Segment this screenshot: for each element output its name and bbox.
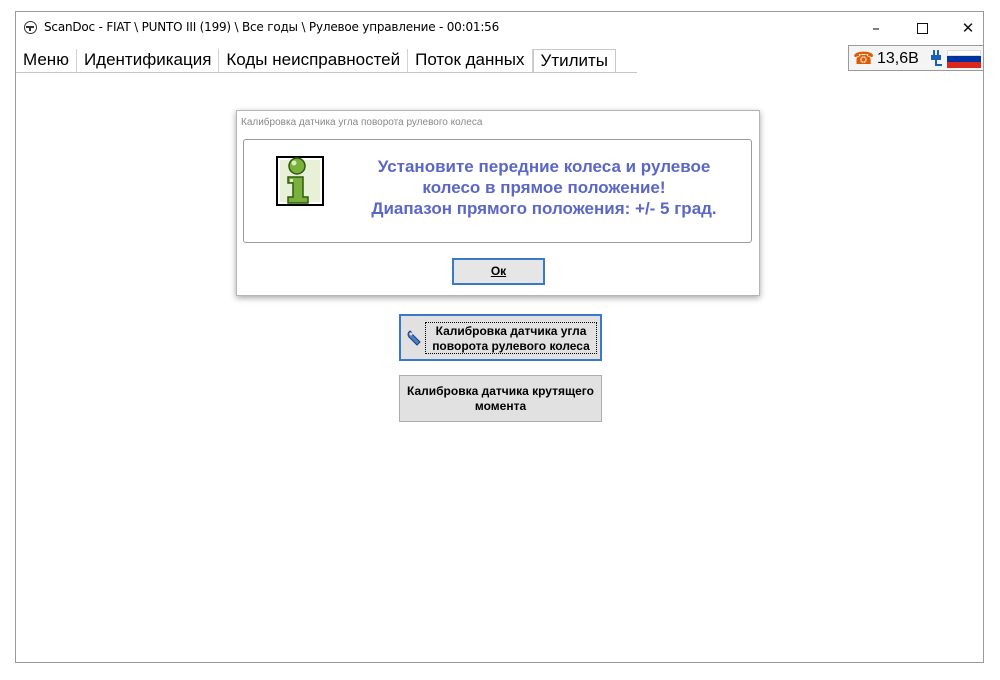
message-line: Диапазон прямого положения: +/- 5 град. [371, 199, 717, 218]
torque-sensor-calibration-button[interactable]: Калибровка датчика крутящего момента [399, 375, 602, 422]
close-button[interactable]: ✕ [945, 12, 991, 44]
button-label: Калибровка датчика угла поворота рулевог… [425, 322, 597, 354]
message-line: Установите передние колеса и рулевое [377, 157, 711, 176]
tab-data-stream[interactable]: Поток данных [408, 49, 533, 72]
russian-flag-icon[interactable] [947, 50, 981, 68]
button-label-line: поворота рулевого колеса [432, 339, 590, 353]
tab-utilities[interactable]: Утилиты [532, 49, 617, 72]
button-label-line: Калибровка датчика угла [435, 324, 587, 338]
tab-identification[interactable]: Идентификация [76, 49, 220, 72]
plug-icon [931, 50, 942, 66]
phone-icon: ☎ [853, 49, 875, 68]
minimize-button[interactable]: – [853, 12, 899, 44]
maximize-icon [916, 23, 928, 34]
tab-fault-codes[interactable]: Коды неисправностей [219, 49, 409, 72]
wrench-icon [407, 330, 421, 346]
ok-button[interactable]: Ок [452, 258, 545, 285]
message-panel: Установите передние колеса и рулевое кол… [243, 139, 752, 243]
title-bar[interactable]: ScanDoc - FIAT \ PUNTO III (199) \ Все г… [16, 12, 983, 44]
main-tabs: Меню Идентификация Коды неисправностей П… [16, 49, 637, 73]
dialog-title: Калибровка датчика угла поворота рулевог… [241, 117, 483, 128]
tab-menu[interactable]: Меню [16, 49, 77, 72]
maximize-button[interactable] [899, 12, 945, 44]
steering-angle-calibration-button[interactable]: Калибровка датчика угла поворота рулевог… [399, 314, 602, 361]
message-line: колесо в прямое положение! [422, 178, 666, 197]
button-label-line: момента [474, 399, 527, 413]
dialog-message: Установите передние колеса и рулевое кол… [344, 156, 744, 219]
steering-wheel-icon [24, 21, 37, 34]
button-label-line: Калибровка датчика крутящего [407, 384, 594, 398]
window-title: ScanDoc - FIAT \ PUNTO III (199) \ Все г… [44, 20, 500, 34]
info-icon [276, 156, 324, 206]
voltage-readout: 13,6В [877, 50, 919, 67]
calibration-dialog: Калибровка датчика угла поворота рулевог… [236, 110, 760, 296]
status-panel: ☎ 13,6В [848, 45, 984, 71]
